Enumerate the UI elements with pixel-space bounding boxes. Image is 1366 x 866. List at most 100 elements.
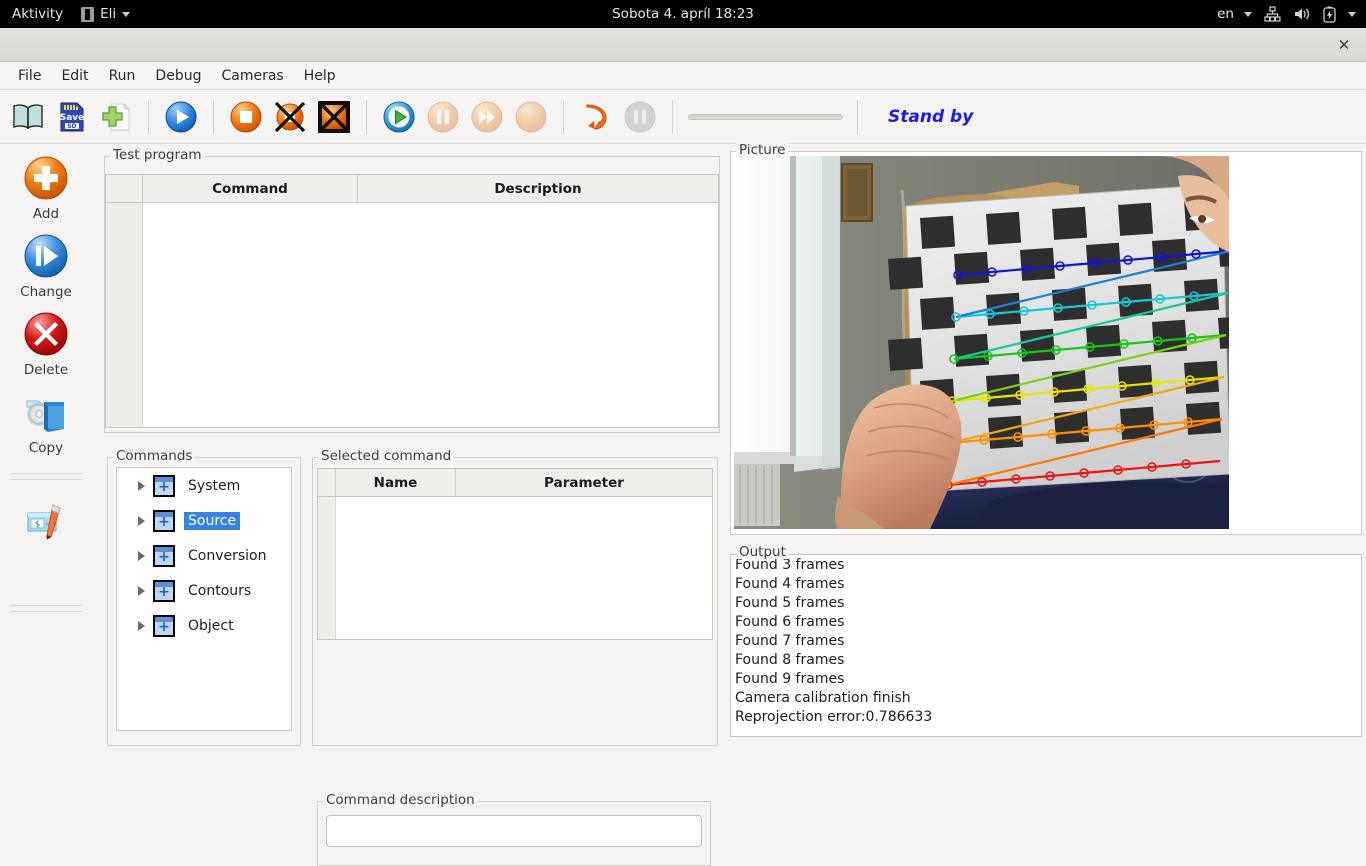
rail-divider: [10, 473, 82, 474]
action-rail: Add Change: [0, 144, 92, 760]
pause-button[interactable]: [423, 97, 463, 137]
copy-action-button[interactable]: Copy: [0, 386, 92, 464]
output-log[interactable]: Found 3 frames Found 4 frames Found 5 fr…: [730, 554, 1362, 737]
chevron-right-icon[interactable]: [133, 583, 149, 599]
chevron-down-icon: [1244, 12, 1252, 17]
clock[interactable]: Sobota 4. apríl 18:23: [0, 6, 1366, 22]
chevron-right-icon[interactable]: [133, 513, 149, 529]
progress-slider[interactable]: [685, 97, 845, 137]
rail-divider: [10, 605, 82, 606]
fast-forward-icon: [470, 100, 504, 134]
debug-run-button[interactable]: [379, 97, 419, 137]
save-button[interactable]: Save SD: [52, 97, 92, 137]
chevron-right-icon[interactable]: [133, 618, 149, 634]
tree-node-label: Contours: [184, 582, 255, 600]
record-button[interactable]: [511, 97, 551, 137]
menu-run[interactable]: Run: [99, 65, 146, 87]
tree-node-source[interactable]: Source: [117, 503, 291, 538]
network-icon[interactable]: [1264, 6, 1281, 22]
calibration-photo: [734, 156, 1229, 529]
orange-arrow-icon: [580, 101, 612, 133]
delete-action-button[interactable]: Delete: [0, 308, 92, 386]
progress-slider-track[interactable]: [688, 114, 843, 120]
test-program-col-index[interactable]: [106, 175, 143, 202]
commands-frame: Commands System Source Conversion: [107, 450, 301, 746]
selected-command-body[interactable]: [318, 497, 712, 639]
book-icon: [11, 102, 45, 132]
volume-icon[interactable]: [1293, 6, 1311, 22]
tree-node-object[interactable]: Object: [117, 608, 291, 643]
menu-edit[interactable]: Edit: [51, 65, 98, 87]
command-description-title: Command description: [323, 793, 478, 807]
output-line: Found 9 frames: [735, 670, 1357, 689]
selected-command-col-index[interactable]: [318, 469, 336, 496]
selected-command-col-name[interactable]: Name: [336, 469, 456, 496]
svg-text:SD: SD: [67, 123, 76, 130]
run-button[interactable]: [161, 97, 201, 137]
close-all-button[interactable]: [314, 97, 354, 137]
command-group-icon: [153, 615, 175, 637]
menu-help[interactable]: Help: [294, 65, 346, 87]
chevron-right-icon[interactable]: [133, 548, 149, 564]
test-program-grid[interactable]: [143, 203, 718, 427]
open-book-button[interactable]: [8, 97, 48, 137]
app-window-icon: [81, 7, 94, 22]
stop-all-button[interactable]: [270, 97, 310, 137]
command-description-input[interactable]: [326, 815, 702, 847]
main-body: Add Change: [0, 144, 1366, 760]
copy-action-label: Copy: [29, 440, 63, 456]
blue-play-pause-circle-icon: [20, 230, 72, 282]
toolbar-separator: [366, 100, 367, 134]
record-circle-icon: [514, 100, 548, 134]
pause-icon: [426, 100, 460, 134]
camera-preview-image[interactable]: [734, 156, 1229, 529]
selected-command-table[interactable]: Name Parameter: [317, 468, 713, 640]
add-action-button[interactable]: Add: [0, 152, 92, 230]
app-menu-button[interactable]: Eli: [81, 6, 130, 22]
menu-debug[interactable]: Debug: [145, 65, 211, 87]
stop-button[interactable]: [226, 97, 266, 137]
tree-node-conversion[interactable]: Conversion: [117, 538, 291, 573]
chevron-down-icon[interactable]: [1348, 12, 1356, 17]
activities-button[interactable]: Aktivity: [12, 6, 63, 22]
selected-command-grid[interactable]: [336, 497, 712, 639]
red-x-circle-icon: [20, 308, 72, 360]
application-window: ✕ File Edit Run Debug Cameras Help: [0, 28, 1366, 768]
add-action-label: Add: [33, 206, 59, 222]
orange-plus-circle-icon: [20, 152, 72, 204]
step-forward-button[interactable]: [467, 97, 507, 137]
cheque-pen-icon: $: [20, 495, 72, 547]
command-group-icon: [153, 475, 175, 497]
command-group-icon: [153, 580, 175, 602]
keyboard-layout-label: en: [1217, 6, 1234, 22]
test-program-col-description[interactable]: Description: [358, 175, 718, 202]
output-line: Found 7 frames: [735, 632, 1357, 651]
add-new-button[interactable]: [96, 97, 136, 137]
camera-calibration-button[interactable]: [576, 97, 616, 137]
output-line: Camera calibration finish: [735, 689, 1357, 708]
tree-node-contours[interactable]: Contours: [117, 573, 291, 608]
change-action-label: Change: [20, 284, 72, 300]
test-program-body[interactable]: [106, 203, 718, 427]
tree-node-label: Conversion: [184, 547, 271, 565]
chevron-down-icon: [122, 12, 130, 17]
freeze-button[interactable]: [620, 97, 660, 137]
commands-tree[interactable]: System Source Conversion Contours: [116, 467, 292, 731]
keyboard-layout-button[interactable]: en: [1217, 6, 1252, 22]
test-program-col-command[interactable]: Command: [143, 175, 358, 202]
test-program-table[interactable]: Command Description: [105, 174, 719, 428]
battery-icon[interactable]: [1323, 6, 1336, 23]
menu-cameras[interactable]: Cameras: [211, 65, 293, 87]
change-action-button[interactable]: Change: [0, 230, 92, 308]
selected-command-col-parameter[interactable]: Parameter: [456, 469, 712, 496]
chevron-right-icon[interactable]: [133, 478, 149, 494]
orange-stop-cross-icon: [273, 100, 307, 134]
toolbar-separator: [563, 100, 564, 134]
tree-node-system[interactable]: System: [117, 468, 291, 503]
menu-file[interactable]: File: [8, 65, 51, 87]
selected-command-frame: Selected command Name Parameter Command …: [312, 450, 718, 746]
selected-command-row-headers: [318, 497, 336, 639]
cheque-action-button[interactable]: $: [0, 495, 92, 547]
test-program-header-row: Command Description: [106, 175, 718, 203]
window-close-button[interactable]: ✕: [1330, 28, 1358, 62]
